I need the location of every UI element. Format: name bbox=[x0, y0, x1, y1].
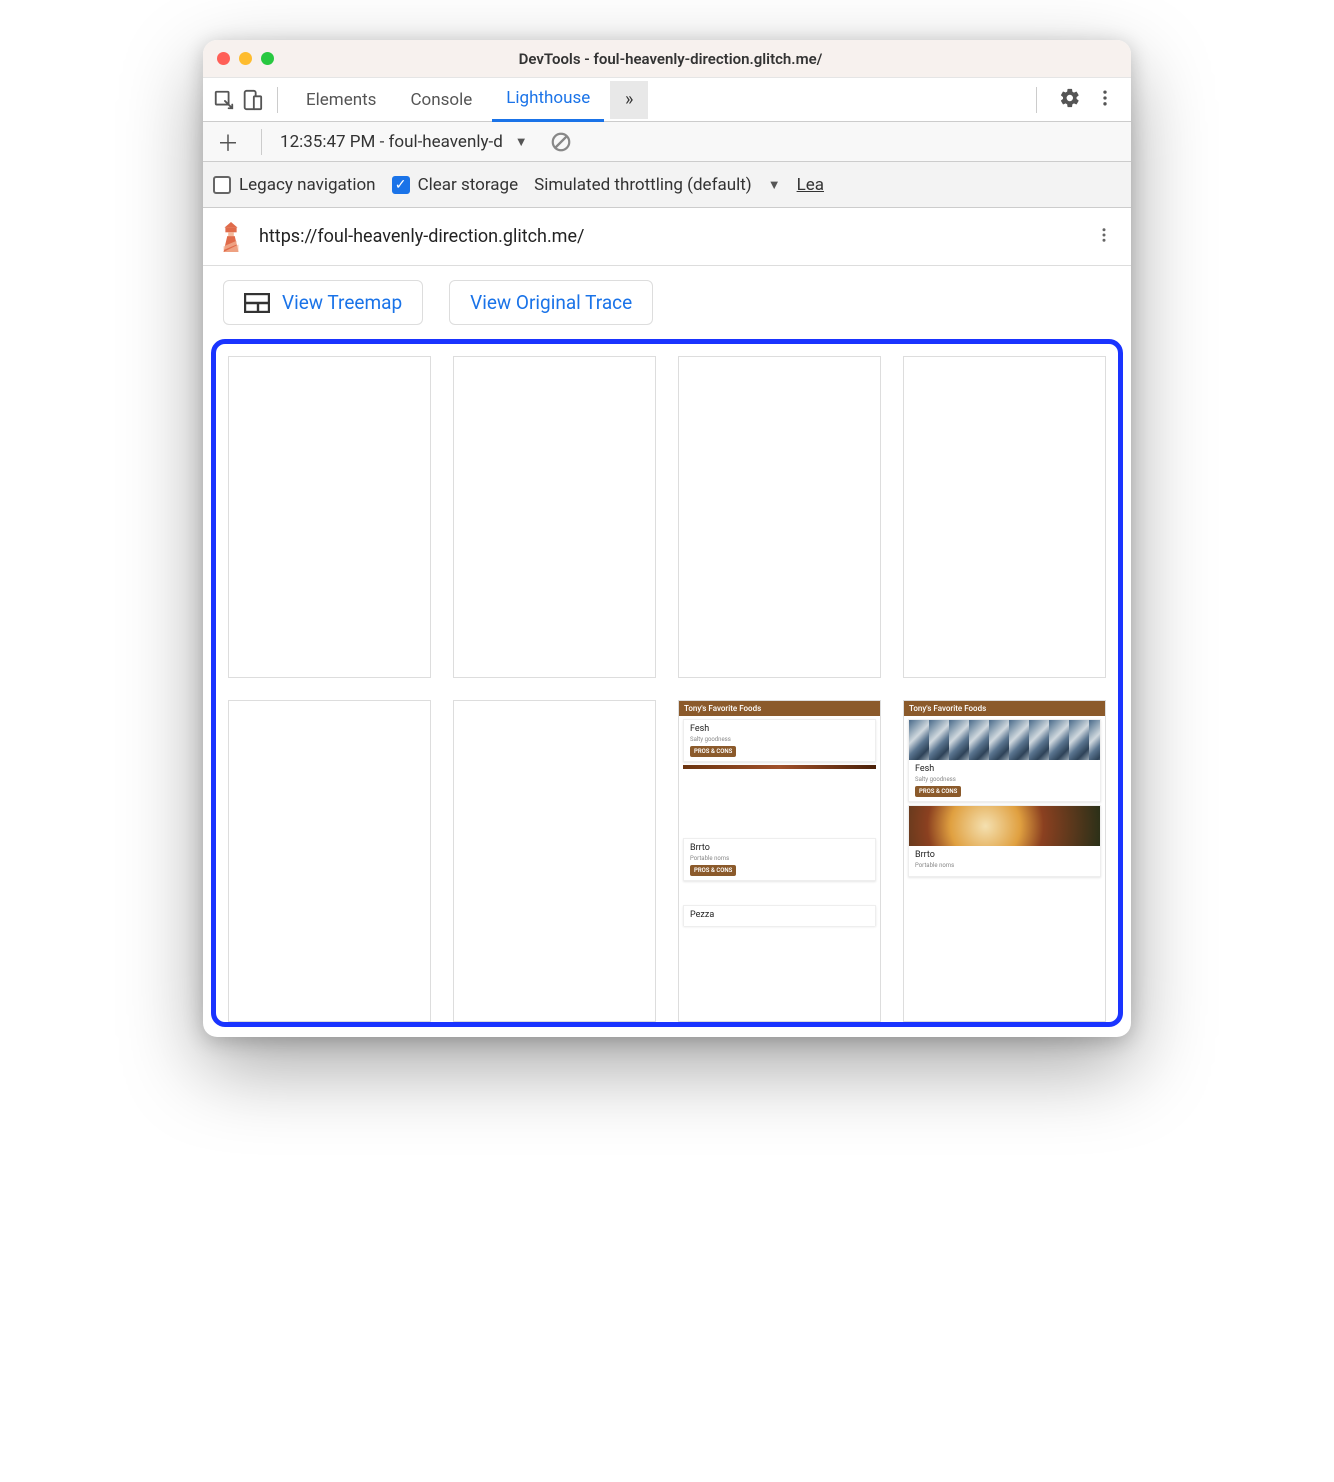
clear-label: Clear storage bbox=[418, 175, 519, 195]
tab-console[interactable]: Console bbox=[396, 78, 486, 122]
options-bar: Legacy navigation ✓ Clear storage Simula… bbox=[203, 162, 1131, 208]
filmstrip-frame[interactable] bbox=[228, 700, 431, 1022]
view-trace-button[interactable]: View Original Trace bbox=[449, 280, 653, 325]
device-toggle-icon[interactable] bbox=[241, 89, 263, 111]
thumb-item-sub: Portable noms bbox=[915, 862, 1094, 869]
treemap-icon bbox=[244, 293, 270, 313]
report-select-label[interactable]: 12:35:47 PM - foul-heavenly-d bbox=[280, 132, 503, 152]
lighthouse-logo-icon bbox=[217, 222, 245, 252]
kebab-menu-icon[interactable] bbox=[1091, 226, 1117, 248]
chevron-double-right-icon: » bbox=[625, 89, 633, 110]
audited-url: https://foul-heavenly-direction.glitch.m… bbox=[259, 226, 1077, 247]
titlebar: DevTools - foul-heavenly-direction.glitc… bbox=[203, 40, 1131, 78]
inspect-icon[interactable] bbox=[213, 89, 235, 111]
clear-icon[interactable] bbox=[550, 131, 572, 153]
filmstrip: Tony's Favorite Foods Fesh Salty goodnes… bbox=[228, 356, 1106, 1022]
filmstrip-frame[interactable]: Tony's Favorite Foods Fesh Salty goodnes… bbox=[903, 700, 1106, 1022]
divider bbox=[261, 129, 262, 155]
thumb-item-badge: PROS & CONS bbox=[690, 746, 736, 757]
throttling-option[interactable]: Simulated throttling (default) bbox=[534, 175, 752, 195]
thumb-image-fish bbox=[909, 720, 1100, 760]
thumb-item-title: Brrto bbox=[690, 843, 869, 853]
thumb-item-title: Pezza bbox=[690, 910, 869, 920]
learn-more-link[interactable]: Lea bbox=[797, 175, 824, 195]
thumb-item-title: Fesh bbox=[915, 764, 1094, 774]
clear-storage-option[interactable]: ✓ Clear storage bbox=[392, 175, 519, 195]
gear-icon[interactable] bbox=[1059, 87, 1081, 113]
legacy-label: Legacy navigation bbox=[239, 175, 376, 195]
thumb-header: Tony's Favorite Foods bbox=[679, 701, 880, 716]
tab-elements[interactable]: Elements bbox=[292, 78, 390, 122]
panel-tabs: Elements Console Lighthouse » bbox=[203, 78, 1131, 122]
thumb-item-title: Fesh bbox=[690, 724, 869, 734]
filmstrip-frame[interactable] bbox=[453, 356, 656, 678]
thumb-item-badge: PROS & CONS bbox=[690, 865, 736, 876]
thumb-image-burrito bbox=[909, 806, 1100, 846]
view-trace-label: View Original Trace bbox=[470, 291, 632, 314]
filmstrip-frame[interactable] bbox=[228, 356, 431, 678]
chevron-down-icon[interactable]: ▼ bbox=[515, 134, 528, 150]
legacy-navigation-option[interactable]: Legacy navigation bbox=[213, 175, 376, 195]
view-treemap-button[interactable]: View Treemap bbox=[223, 280, 423, 325]
divider bbox=[277, 87, 278, 113]
thumb-item-title: Brrto bbox=[915, 850, 1094, 860]
report-actions: View Treemap View Original Trace bbox=[203, 266, 1131, 329]
window-title: DevTools - foul-heavenly-direction.glitc… bbox=[224, 50, 1117, 68]
tab-lighthouse[interactable]: Lighthouse bbox=[492, 78, 604, 122]
divider bbox=[1036, 87, 1037, 113]
thumb-header: Tony's Favorite Foods bbox=[904, 701, 1105, 716]
thumb-item-sub: Salty goodness bbox=[690, 736, 869, 743]
new-report-button[interactable]: ＋ bbox=[213, 126, 243, 158]
thumb-item-badge: PROS & CONS bbox=[915, 786, 961, 797]
chevron-down-icon[interactable]: ▼ bbox=[768, 177, 781, 193]
devtools-window: DevTools - foul-heavenly-direction.glitc… bbox=[203, 40, 1131, 1037]
url-bar: https://foul-heavenly-direction.glitch.m… bbox=[203, 208, 1131, 266]
kebab-menu-icon[interactable] bbox=[1095, 88, 1115, 112]
filmstrip-frame[interactable] bbox=[903, 356, 1106, 678]
throttling-label: Simulated throttling (default) bbox=[534, 175, 752, 195]
thumb-item-sub: Salty goodness bbox=[915, 776, 1094, 783]
checkbox-unchecked-icon[interactable] bbox=[213, 176, 231, 194]
filmstrip-frame[interactable] bbox=[678, 356, 881, 678]
filmstrip-frame[interactable]: Tony's Favorite Foods Fesh Salty goodnes… bbox=[678, 700, 881, 1022]
report-picker-bar: ＋ 12:35:47 PM - foul-heavenly-d ▼ bbox=[203, 122, 1131, 162]
filmstrip-highlight: Tony's Favorite Foods Fesh Salty goodnes… bbox=[211, 339, 1123, 1027]
filmstrip-frame[interactable] bbox=[453, 700, 656, 1022]
overflow-tabs-button[interactable]: » bbox=[610, 81, 648, 119]
view-treemap-label: View Treemap bbox=[282, 291, 402, 314]
checkbox-checked-icon[interactable]: ✓ bbox=[392, 176, 410, 194]
thumb-item-sub: Portable noms bbox=[690, 855, 869, 862]
